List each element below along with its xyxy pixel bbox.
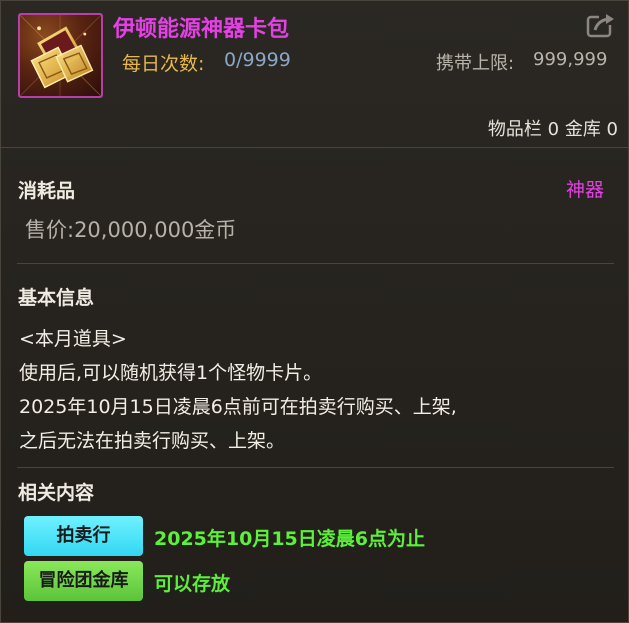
- daily-count-value: 0/9999: [224, 49, 291, 71]
- desc-line: 使用后,可以随机获得1个怪物卡片。: [19, 362, 323, 384]
- section-divider: [17, 467, 614, 468]
- daily-count-label: 每日次数:: [122, 53, 205, 75]
- adventure-storage-button[interactable]: 冒险团金库: [24, 561, 143, 601]
- auction-house-button[interactable]: 拍卖行: [24, 516, 143, 556]
- desc-line: 2025年10月15日凌晨6点前可在拍卖行购买、上架,: [19, 396, 457, 418]
- item-title: 伊顿能源神器卡包: [113, 17, 290, 42]
- auction-house-desc: 2025年10月15日凌晨6点为止: [154, 528, 425, 550]
- consumable-title: 消耗品: [18, 180, 76, 202]
- sell-price: 售价:20,000,000金币: [25, 218, 237, 242]
- basic-info-title: 基本信息: [18, 287, 95, 309]
- card-pack-icon: [18, 13, 103, 98]
- category-tag: 神器: [565, 179, 604, 201]
- share-icon: [586, 13, 615, 38]
- share-link-button[interactable]: [585, 11, 617, 39]
- item-tooltip: 伊顿能源神器卡包 每日次数: 0/9999 携带上限: 999,999 物品栏 …: [0, 0, 629, 623]
- desc-line: 之后无法在拍卖行购买、上架。: [19, 430, 286, 452]
- desc-line: <本月道具>: [19, 328, 127, 350]
- inventory-count: 物品栏 0 金库 0: [487, 119, 618, 140]
- carry-limit-label: 携带上限:: [436, 53, 515, 74]
- adventure-storage-desc: 可以存放: [154, 573, 231, 595]
- related-title: 相关内容: [18, 482, 95, 504]
- carry-limit-value: 999,999: [533, 49, 608, 70]
- header-divider: [1, 147, 628, 148]
- section-divider: [17, 263, 614, 264]
